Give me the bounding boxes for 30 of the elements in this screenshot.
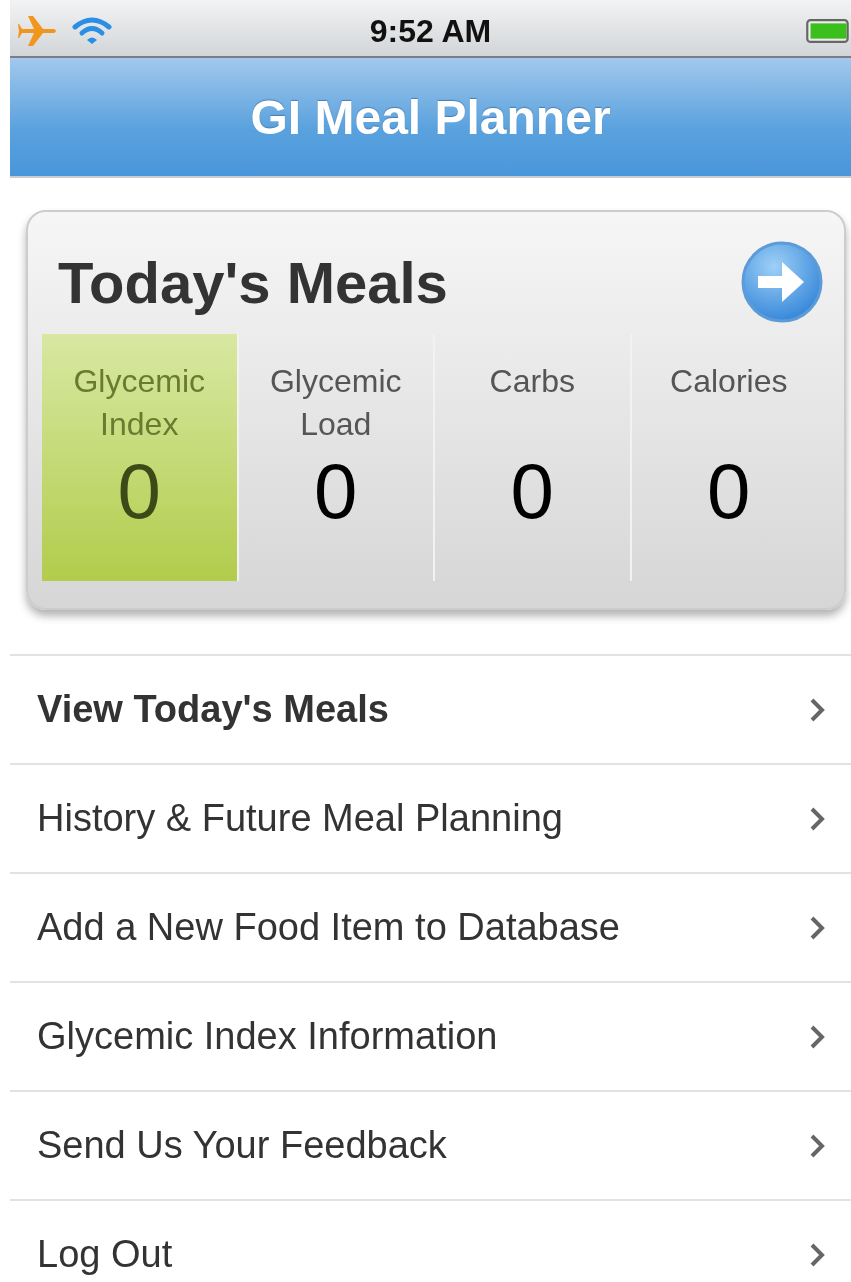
- menu-item[interactable]: View Today's Meals: [10, 654, 851, 763]
- wifi-icon: [72, 16, 112, 46]
- app-title: GI Meal Planner: [250, 89, 611, 145]
- stat-label: Glycemic Index: [72, 362, 207, 444]
- stat-tile[interactable]: Glycemic Index 0: [42, 334, 237, 581]
- menu-item[interactable]: Send Us Your Feedback: [10, 1090, 851, 1199]
- chevron-icon: [809, 1241, 825, 1268]
- status-time: 9:52 AM: [369, 12, 492, 50]
- chevron-icon: [809, 914, 825, 941]
- chevron-icon: [809, 1023, 825, 1050]
- stat-tile[interactable]: Carbs 0: [433, 334, 630, 581]
- chevron-icon: [809, 696, 825, 723]
- card-title: Today's Meals: [58, 248, 448, 316]
- menu-item[interactable]: Glycemic Index Information: [10, 981, 851, 1090]
- stat-label: Glycemic Load: [268, 362, 403, 444]
- menu-item[interactable]: History & Future Meal Planning: [10, 763, 851, 872]
- stat-tile[interactable]: Calories 0: [629, 334, 826, 581]
- stat-tile[interactable]: Glycemic Load 0: [236, 334, 433, 581]
- arrow-button-icon[interactable]: [740, 240, 824, 324]
- battery-icon: [805, 19, 851, 43]
- chevron-icon: [809, 805, 825, 832]
- stat-label: Carbs: [488, 362, 576, 401]
- stat-value: 0: [707, 446, 751, 537]
- stat-value: 0: [117, 446, 161, 537]
- chevron-icon: [809, 1132, 825, 1159]
- stat-value: 0: [314, 446, 358, 537]
- menu-item[interactable]: Log Out: [10, 1199, 851, 1282]
- stat-value: 0: [510, 446, 554, 537]
- menu-item[interactable]: Add a New Food Item to Database: [10, 872, 851, 981]
- stat-label: Calories: [669, 362, 789, 401]
